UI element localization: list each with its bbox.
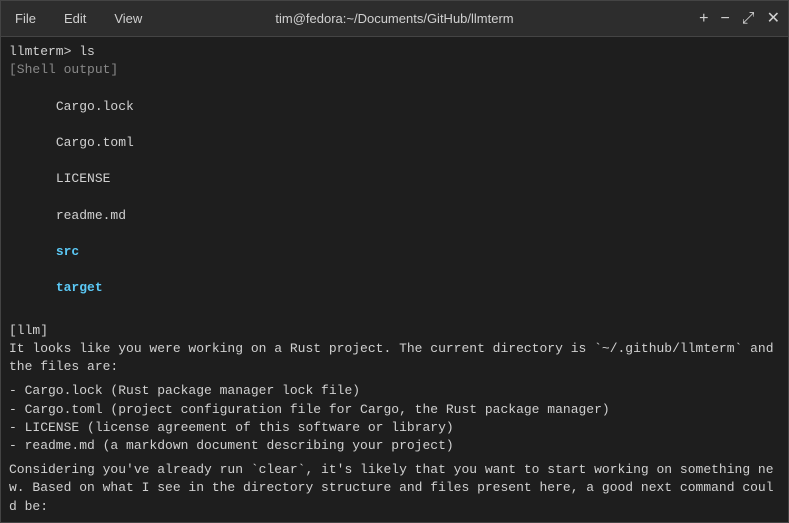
llm-item-readme: - readme.md (a markdown document describ… (9, 437, 780, 455)
close-button[interactable]: ✕ (767, 11, 780, 27)
maximize-button[interactable]: ⤢ (742, 11, 755, 27)
file-license: LICENSE (56, 171, 111, 186)
terminal-output[interactable]: llmterm> ls [Shell output] Cargo.lock Ca… (1, 37, 788, 522)
file-listing: Cargo.lock Cargo.toml LICENSE readme.md … (9, 79, 780, 315)
window-controls: + − ⤢ ✕ (699, 11, 780, 27)
file-cargo-lock: Cargo.lock (56, 99, 134, 114)
file-cargo-toml: Cargo.toml (56, 135, 134, 150)
menu-file[interactable]: File (9, 9, 42, 28)
file-readme: readme.md (56, 208, 126, 223)
menu-edit[interactable]: Edit (58, 9, 92, 28)
shell-output-label: [Shell output] (9, 61, 780, 79)
menu-view[interactable]: View (108, 9, 148, 28)
titlebar: File Edit View tim@fedora:~/Documents/Gi… (1, 1, 788, 37)
window-title: tim@fedora:~/Documents/GitHub/llmterm (275, 11, 513, 26)
llm-item-license: - LICENSE (license agreement of this sof… (9, 419, 780, 437)
llm-intro: It looks like you were working on a Rust… (9, 340, 780, 376)
command-ls: llmterm> ls (9, 43, 780, 61)
llm-item-cargo-lock: - Cargo.lock (Rust package manager lock … (9, 382, 780, 400)
menu-bar: File Edit View (9, 9, 148, 28)
llm-suggestion-intro: Considering you've already run `clear`, … (9, 461, 780, 516)
llm-item-cargo-toml: - Cargo.toml (project configuration file… (9, 401, 780, 419)
file-target: target (56, 280, 103, 295)
new-tab-button[interactable]: + (699, 11, 708, 27)
terminal-window: File Edit View tim@fedora:~/Documents/Gi… (0, 0, 789, 523)
file-src: src (56, 244, 79, 259)
minimize-button[interactable]: − (720, 11, 729, 27)
llm-tag: [llm] (9, 322, 780, 340)
